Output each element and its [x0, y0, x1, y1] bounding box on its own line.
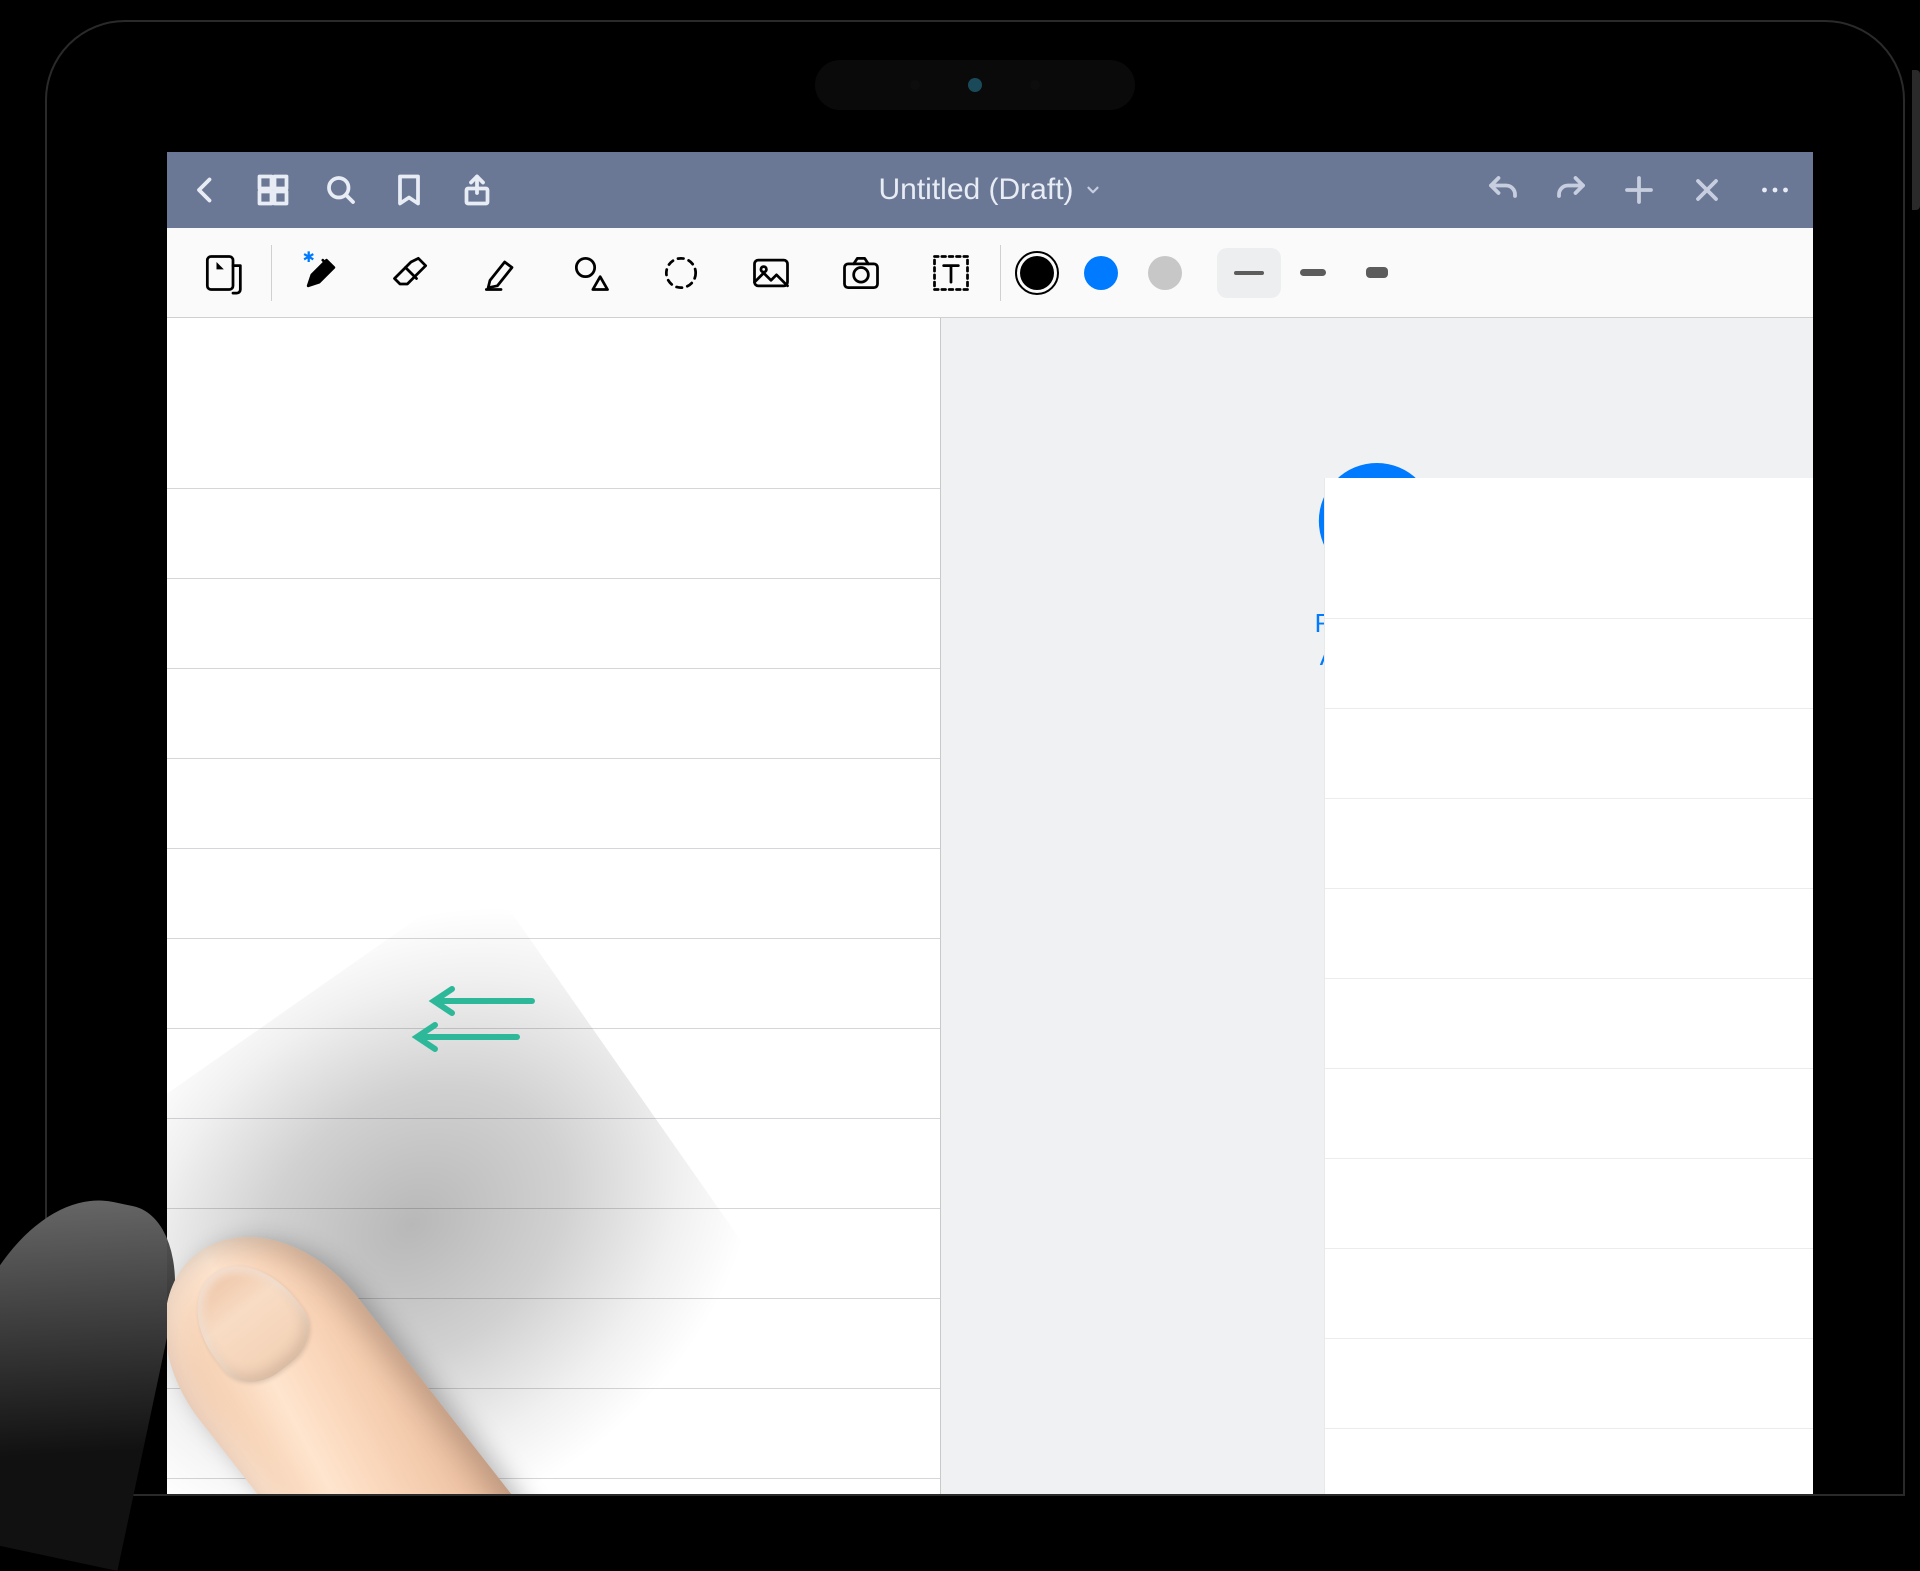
- ruled-line: [167, 1028, 940, 1029]
- ruled-line: [167, 1388, 940, 1389]
- page-tool-button[interactable]: [177, 233, 267, 313]
- shapes-tool-button[interactable]: [546, 233, 636, 313]
- color-swatch-gray: [1148, 256, 1182, 290]
- ruled-line: [167, 1298, 940, 1299]
- ruled-line: [167, 848, 940, 849]
- ruled-line: [167, 758, 940, 759]
- current-page[interactable]: [167, 318, 941, 1494]
- camera-tool-button[interactable]: [816, 233, 906, 313]
- image-tool-button[interactable]: [726, 233, 816, 313]
- stroke-thin-button[interactable]: [1217, 248, 1281, 298]
- chevron-down-icon: [1084, 181, 1102, 199]
- toolbar-separator: [271, 245, 272, 301]
- device-frame: Untitled (Draft): [0, 0, 1920, 1496]
- undo-button[interactable]: [1485, 172, 1521, 208]
- ruled-line: [167, 938, 940, 939]
- stroke-thick-button[interactable]: [1345, 248, 1409, 298]
- stroke-thin-icon: [1234, 271, 1264, 275]
- new-page-reveal-area: Release to Add Page: [941, 318, 1813, 1494]
- share-button[interactable]: [459, 172, 495, 208]
- ruled-line: [167, 578, 940, 579]
- color-black-button[interactable]: [1005, 256, 1069, 290]
- stroke-medium-icon: [1300, 269, 1326, 276]
- svg-text:✱: ✱: [303, 251, 315, 266]
- app-screen: Untitled (Draft): [167, 152, 1813, 1494]
- lasso-tool-button[interactable]: [636, 233, 726, 313]
- pen-tool-button[interactable]: ✱: [276, 233, 366, 313]
- color-swatch-blue: [1084, 256, 1118, 290]
- toolbar: ✱: [167, 228, 1813, 318]
- eraser-tool-button[interactable]: [366, 233, 456, 313]
- next-page-preview: [1324, 478, 1813, 1494]
- titlebar: Untitled (Draft): [167, 152, 1813, 228]
- ruled-line: [167, 1118, 940, 1119]
- holding-thumb: [0, 1177, 192, 1571]
- device-side-button: [1912, 70, 1920, 210]
- search-button[interactable]: [323, 172, 359, 208]
- grid-view-button[interactable]: [255, 172, 291, 208]
- highlighter-tool-button[interactable]: [456, 233, 546, 313]
- stroke-thick-icon: [1366, 267, 1388, 278]
- device-bezel: Untitled (Draft): [45, 20, 1905, 1496]
- swipe-left-arrows-icon: [397, 979, 547, 1064]
- toolbar-separator: [1000, 245, 1001, 301]
- color-swatch-black: [1020, 256, 1054, 290]
- ruled-line: [167, 1478, 940, 1479]
- camera-island: [815, 60, 1135, 110]
- ruled-line: [167, 668, 940, 669]
- text-tool-button[interactable]: [906, 233, 996, 313]
- stroke-medium-button[interactable]: [1281, 248, 1345, 298]
- more-button[interactable]: [1757, 172, 1793, 208]
- ruled-line: [167, 1208, 940, 1209]
- back-button[interactable]: [187, 172, 223, 208]
- stylus-mode-button[interactable]: [1689, 172, 1725, 208]
- color-blue-button[interactable]: [1069, 256, 1133, 290]
- color-gray-button[interactable]: [1133, 256, 1197, 290]
- canvas-area[interactable]: Release to Add Page: [167, 318, 1813, 1494]
- add-button[interactable]: [1621, 172, 1657, 208]
- redo-button[interactable]: [1553, 172, 1589, 208]
- camera-lens: [968, 78, 982, 92]
- ruled-line: [167, 488, 940, 489]
- document-title-button[interactable]: Untitled (Draft): [495, 173, 1485, 207]
- bookmark-button[interactable]: [391, 172, 427, 208]
- document-title-label: Untitled (Draft): [878, 173, 1073, 207]
